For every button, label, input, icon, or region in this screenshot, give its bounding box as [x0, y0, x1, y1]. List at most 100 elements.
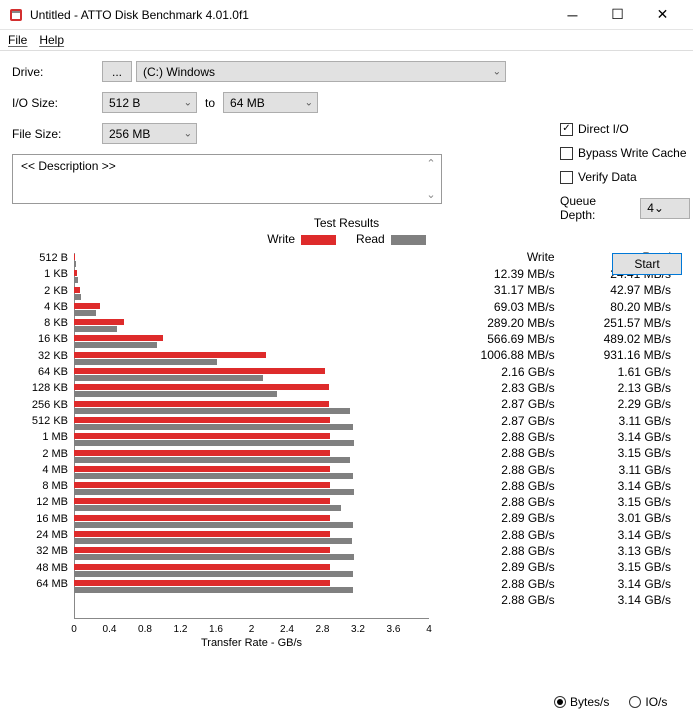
table-row: 2.88 GB/s3.14 GB/s	[448, 478, 681, 494]
radio-icon	[554, 696, 566, 708]
queue-depth-select[interactable]: 4⌄	[640, 198, 690, 219]
read-value: 80.20 MB/s	[565, 299, 681, 315]
write-bar	[74, 270, 77, 276]
write-value: 289.20 MB/s	[448, 315, 564, 331]
window-title: Untitled - ATTO Disk Benchmark 4.01.0f1	[30, 8, 550, 22]
table-row: 566.69 MB/s489.02 MB/s	[448, 331, 681, 347]
verify-checkbox[interactable]: Verify Data	[560, 170, 690, 184]
read-value: 251.57 MB/s	[565, 315, 681, 331]
y-tick-label: 512 B	[12, 250, 72, 266]
drive-value: (C:) Windows	[143, 65, 215, 79]
write-bar	[74, 433, 330, 439]
y-tick-label: 2 MB	[12, 446, 72, 462]
x-axis-label: Transfer Rate - GB/s	[74, 637, 429, 649]
y-tick-label: 64 MB	[12, 576, 72, 592]
chevron-down-icon: ⌄	[184, 97, 192, 108]
write-value: 2.88 GB/s	[448, 494, 564, 510]
table-row: 2.83 GB/s2.13 GB/s	[448, 380, 681, 396]
checkbox-icon	[560, 147, 573, 160]
y-tick-label: 32 KB	[12, 348, 72, 364]
filesize-select[interactable]: 256 MB⌄	[102, 123, 197, 144]
menubar: File Help	[0, 30, 693, 51]
read-bar	[74, 587, 353, 593]
read-bar	[74, 538, 352, 544]
read-value: 3.11 GB/s	[565, 413, 681, 429]
table-row: 1006.88 MB/s931.16 MB/s	[448, 347, 681, 363]
read-value: 3.13 GB/s	[565, 543, 681, 559]
table-row: 2.87 GB/s2.29 GB/s	[448, 396, 681, 412]
read-bar	[74, 522, 353, 528]
checkbox-icon: ✓	[560, 123, 573, 136]
minimize-button[interactable]: ─	[550, 0, 595, 30]
description-input[interactable]: << Description >> ⌃⌄	[12, 154, 442, 204]
io-per-sec-radio[interactable]: IO/s	[629, 695, 667, 709]
read-bar	[74, 554, 354, 560]
read-value: 3.15 GB/s	[565, 494, 681, 510]
table-row: 2.87 GB/s3.11 GB/s	[448, 413, 681, 429]
to-label: to	[205, 96, 215, 110]
menu-help[interactable]: Help	[39, 33, 64, 47]
write-value: 1006.88 MB/s	[448, 347, 564, 363]
drive-browse-button[interactable]: ...	[102, 61, 132, 82]
y-tick-label: 16 MB	[12, 511, 72, 527]
write-bar	[74, 384, 329, 390]
read-bar	[74, 310, 96, 316]
read-value: 2.29 GB/s	[565, 396, 681, 412]
write-bar	[74, 368, 325, 374]
read-swatch	[391, 235, 426, 245]
write-bar	[74, 580, 330, 586]
read-value: 3.01 GB/s	[565, 510, 681, 526]
read-bar	[74, 391, 277, 397]
y-tick-label: 4 MB	[12, 462, 72, 478]
write-value: 69.03 MB/s	[448, 299, 564, 315]
write-value: 2.88 GB/s	[448, 462, 564, 478]
read-value: 3.15 GB/s	[565, 559, 681, 575]
read-bar	[74, 473, 353, 479]
table-row: 2.89 GB/s3.15 GB/s	[448, 559, 681, 575]
write-value: 2.88 GB/s	[448, 543, 564, 559]
scrollbar[interactable]: ⌃⌄	[423, 157, 439, 201]
write-value: 12.39 MB/s	[448, 266, 564, 282]
direct-io-checkbox[interactable]: ✓ Direct I/O	[560, 122, 690, 136]
write-bar	[74, 401, 329, 407]
bypass-checkbox[interactable]: Bypass Write Cache	[560, 146, 690, 160]
read-bar	[74, 571, 353, 577]
menu-file[interactable]: File	[8, 33, 27, 47]
table-row: 2.88 GB/s3.14 GB/s	[448, 527, 681, 543]
maximize-button[interactable]: ☐	[595, 0, 640, 30]
read-bar	[74, 342, 157, 348]
write-value: 2.83 GB/s	[448, 380, 564, 396]
table-row: 289.20 MB/s251.57 MB/s	[448, 315, 681, 331]
io-to-select[interactable]: 64 MB⌄	[223, 92, 318, 113]
write-bar	[74, 254, 75, 260]
read-bar	[74, 457, 350, 463]
io-from-select[interactable]: 512 B⌄	[102, 92, 197, 113]
drive-select[interactable]: (C:) Windows ⌄	[136, 61, 506, 82]
results-chart: 512 B1 KB2 KB4 KB8 KB16 KB32 KB64 KB128 …	[12, 250, 436, 645]
write-value: 2.88 GB/s	[448, 429, 564, 445]
chevron-down-icon: ⌄	[426, 188, 435, 201]
iosize-label: I/O Size:	[12, 96, 102, 110]
write-bar	[74, 531, 330, 537]
queue-depth-label: Queue Depth:	[560, 194, 634, 222]
start-button[interactable]: Start	[612, 253, 682, 275]
read-bar	[74, 424, 353, 430]
write-value: 2.88 GB/s	[448, 576, 564, 592]
y-tick-label: 1 MB	[12, 429, 72, 445]
write-bar	[74, 466, 330, 472]
bytes-per-sec-radio[interactable]: Bytes/s	[554, 695, 609, 709]
read-bar	[74, 359, 217, 365]
write-value: 2.88 GB/s	[448, 478, 564, 494]
write-bar	[74, 498, 330, 504]
write-bar	[74, 335, 163, 341]
table-row: 2.88 GB/s3.11 GB/s	[448, 462, 681, 478]
close-button[interactable]: ✕	[640, 0, 685, 30]
write-bar	[74, 450, 330, 456]
write-value: 566.69 MB/s	[448, 331, 564, 347]
y-tick-label: 64 KB	[12, 364, 72, 380]
read-value: 931.16 MB/s	[565, 347, 681, 363]
y-tick-label: 2 KB	[12, 283, 72, 299]
app-icon	[8, 7, 24, 23]
read-bar	[74, 326, 117, 332]
checkbox-icon	[560, 171, 573, 184]
